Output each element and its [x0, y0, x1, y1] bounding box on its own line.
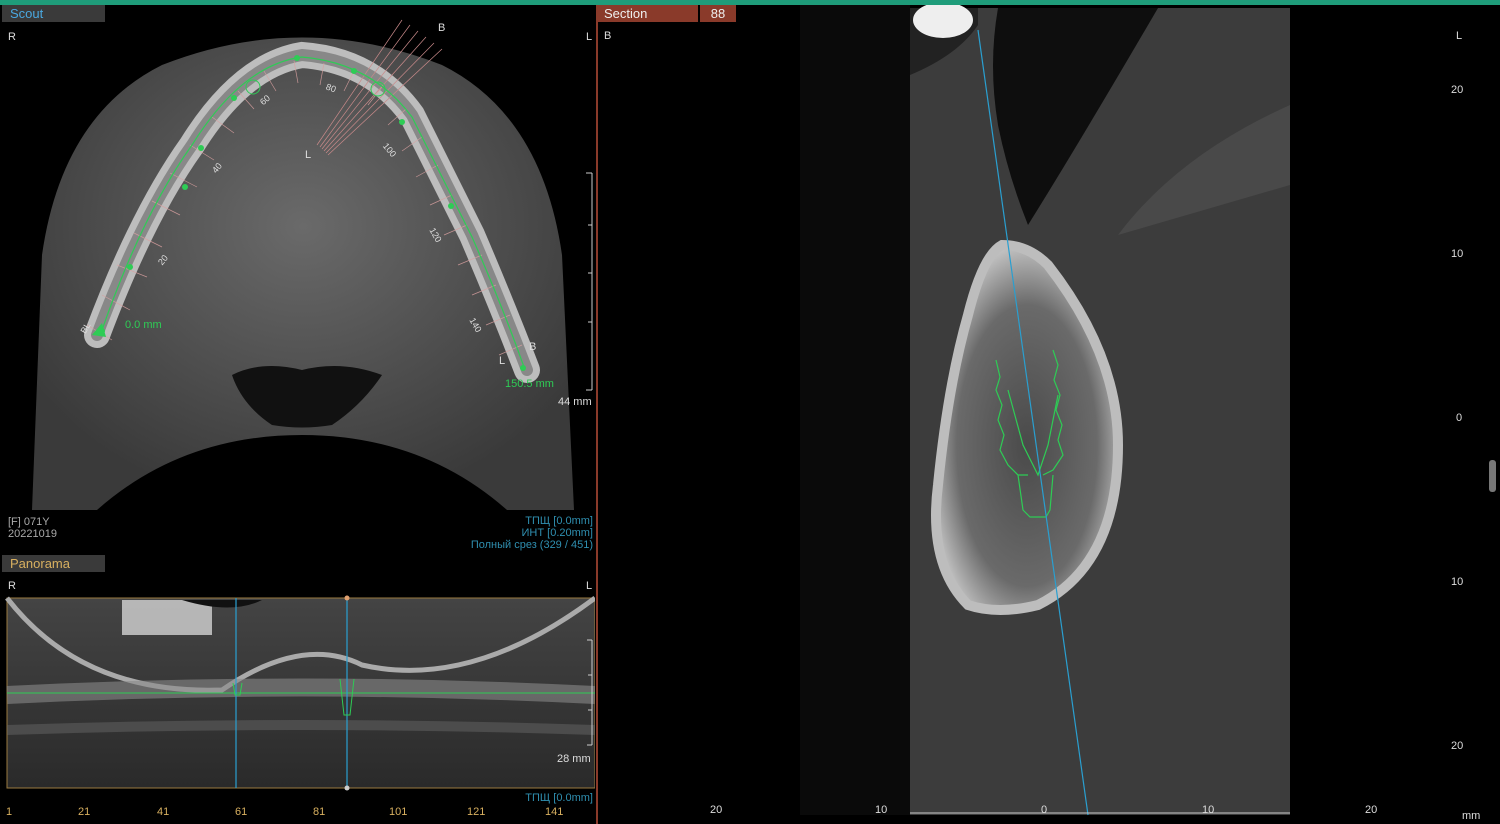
- panorama-tick: 1: [6, 806, 13, 818]
- section-x-tick: 20: [1365, 804, 1378, 816]
- scout-left-orientation: R: [8, 31, 16, 43]
- panorama-tick: 141: [545, 806, 564, 818]
- section-x-tick: 10: [1202, 804, 1215, 816]
- panorama-thickness: ТПЩ [0.0mm]: [525, 792, 593, 804]
- section-image: [800, 5, 1496, 816]
- scout-right-orientation: L: [586, 31, 593, 43]
- section-y-tick: 10: [1451, 576, 1464, 588]
- panorama-tick: 101: [389, 806, 408, 818]
- section-y-tick: 10: [1451, 248, 1464, 260]
- patient-id: [F] 071Y: [8, 516, 50, 528]
- section-y-tick: 20: [1451, 740, 1464, 752]
- scout-viewport[interactable]: Scout R L B L B L BL 0.0 mm 150.5 mm 20 …: [2, 5, 595, 552]
- patient-info: [F] 071Y 20221019: [8, 516, 57, 540]
- curve-start-length: 0.0 mm: [125, 319, 162, 331]
- scout-image: [32, 19, 593, 510]
- section-y-tick: 0: [1456, 412, 1463, 424]
- section-y-tick: 20: [1451, 84, 1464, 96]
- section-x-tick: 0: [1041, 804, 1048, 816]
- section-x-tick: 10: [875, 804, 888, 816]
- scout-slice-info: ТПЩ [0.0mm] ИНТ [0.20mm] Полный срез (32…: [471, 515, 593, 551]
- scout-full-slice: Полный срез (329 / 451): [470, 539, 593, 551]
- panorama-viewport[interactable]: Panorama R L 28 mm ТПЩ [0.0mm] 1 21 41 6…: [2, 555, 595, 822]
- panorama-ruler-label: 28 mm: [557, 753, 591, 765]
- curve-end-l-label: L: [499, 355, 506, 367]
- panorama-tick: 21: [78, 806, 91, 818]
- study-date: 20221019: [8, 528, 57, 540]
- panorama-tick: 121: [467, 806, 486, 818]
- curve-end-length: 150.5 mm: [505, 378, 554, 390]
- panorama-tick: 81: [313, 806, 326, 818]
- panorama-image: [5, 595, 595, 791]
- section-line-top-label: B: [438, 22, 446, 34]
- scout-interval: ИНТ [0.20mm]: [521, 527, 593, 539]
- panorama-tick: 61: [235, 806, 248, 818]
- curve-end-b-label: B: [529, 341, 537, 353]
- panorama-tick: 41: [157, 806, 170, 818]
- section-line-bottom-label: L: [305, 149, 312, 161]
- section-x-tick: 20: [710, 804, 723, 816]
- section-viewport[interactable]: Section 88 B L 20 10 0 10 20 20 10 0 10 …: [596, 5, 1500, 824]
- section-unit-label: mm: [1462, 810, 1481, 822]
- scout-thickness: ТПЩ [0.0mm]: [525, 515, 593, 527]
- scout-ruler-label: 44 mm: [558, 396, 592, 408]
